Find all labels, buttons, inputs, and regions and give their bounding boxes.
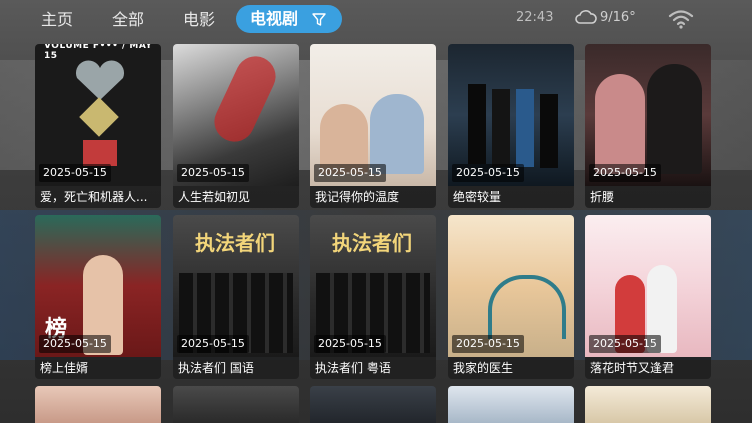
- media-card[interactable]: 2025-05-15 我家的医生: [448, 215, 574, 379]
- media-card[interactable]: VOLUME F••• / MAY 15 2025-05-15 爱，死亡和机器人…: [35, 44, 161, 208]
- release-date: 2025-05-15: [39, 335, 111, 353]
- release-date: 2025-05-15: [589, 164, 661, 182]
- media-card[interactable]: 2025-05-15 绝密较量: [448, 44, 574, 208]
- release-date: 2025-05-15: [177, 335, 249, 353]
- release-date: 2025-05-15: [452, 164, 524, 182]
- release-date: 2025-05-15: [589, 335, 661, 353]
- poster-art: [75, 60, 125, 166]
- media-card[interactable]: 2025-05-15 落花时节又逢君: [585, 215, 711, 379]
- card-title: 榜上佳婿: [35, 357, 161, 379]
- card-title: 我记得你的温度: [310, 186, 436, 208]
- poster-partial: [585, 386, 711, 423]
- poster-partial: [448, 386, 574, 423]
- card-title: 落花时节又逢君: [585, 357, 711, 379]
- release-date: 2025-05-15: [452, 335, 524, 353]
- card-title: 爱，死亡和机器人...: [35, 186, 161, 208]
- release-date: 2025-05-15: [177, 164, 249, 182]
- tv-series-grid: VOLUME F••• / MAY 15 2025-05-15 爱，死亡和机器人…: [0, 0, 752, 423]
- media-card[interactable]: 2025-05-15 人生若如初见: [173, 44, 299, 208]
- poster-caption: 执法者们: [195, 231, 275, 255]
- poster-partial: [173, 386, 299, 423]
- card-title: 绝密较量: [448, 186, 574, 208]
- card-title: 执法者们 国语: [173, 357, 299, 379]
- media-card[interactable]: 榜 2025-05-15 榜上佳婿: [35, 215, 161, 379]
- media-card-partial[interactable]: [310, 386, 436, 423]
- media-card[interactable]: 2025-05-15 我记得你的温度: [310, 44, 436, 208]
- media-card[interactable]: 执法者们 2025-05-15 执法者们 国语: [173, 215, 299, 379]
- media-card-partial[interactable]: [448, 386, 574, 423]
- poster-caption: 执法者们: [332, 231, 412, 255]
- release-date: 2025-05-15: [314, 335, 386, 353]
- media-card-partial[interactable]: [173, 386, 299, 423]
- release-date: 2025-05-15: [314, 164, 386, 182]
- media-card-partial[interactable]: [585, 386, 711, 423]
- card-title: 折腰: [585, 186, 711, 208]
- card-title: 执法者们 粤语: [310, 357, 436, 379]
- card-title: 我家的医生: [448, 357, 574, 379]
- release-date: 2025-05-15: [39, 164, 111, 182]
- poster-partial: [35, 386, 161, 423]
- media-card-partial[interactable]: [35, 386, 161, 423]
- card-title: 人生若如初见: [173, 186, 299, 208]
- media-card[interactable]: 执法者们 2025-05-15 执法者们 粤语: [310, 215, 436, 379]
- media-card[interactable]: 2025-05-15 折腰: [585, 44, 711, 208]
- poster-partial: [310, 386, 436, 423]
